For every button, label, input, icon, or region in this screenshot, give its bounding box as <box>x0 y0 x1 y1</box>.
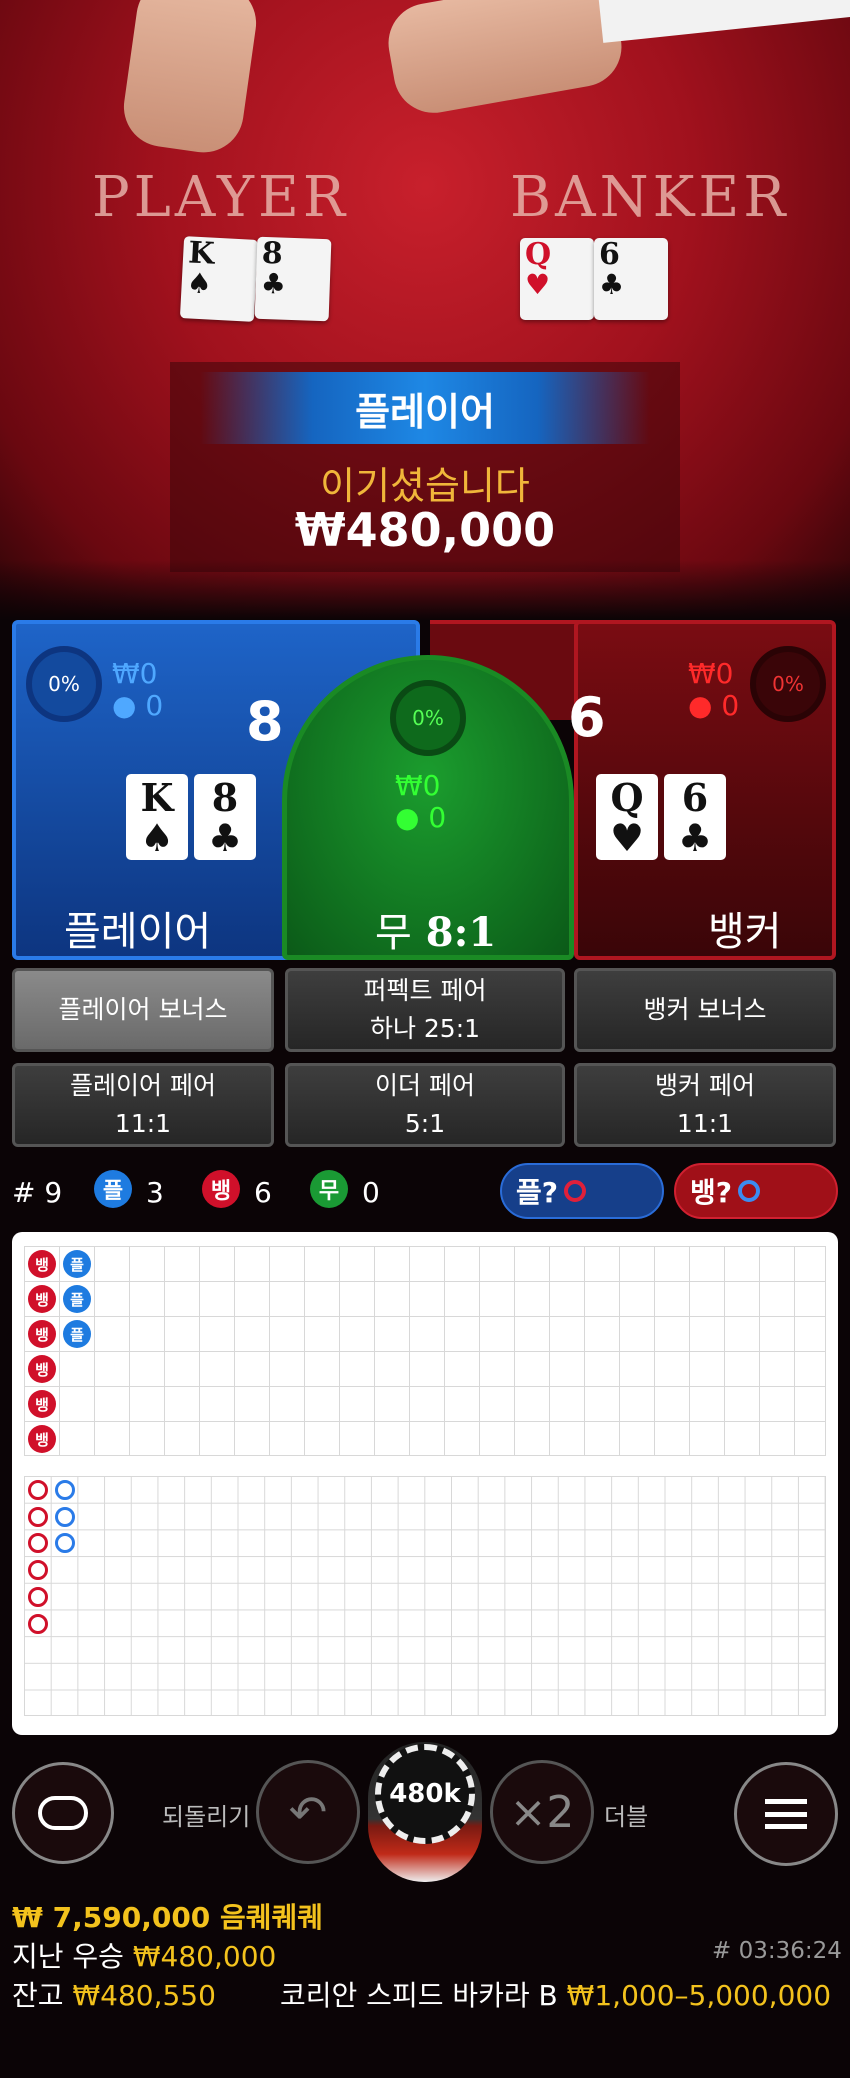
perfect-pair-bet[interactable]: 퍼펙트 페어 하나 25:1 <box>285 968 565 1052</box>
player-score: 8 <box>246 690 284 753</box>
person-icon: ● <box>395 801 420 834</box>
tie-wins-count: 0 <box>362 1176 380 1209</box>
banker-score: 6 <box>568 686 606 749</box>
win-message: 이기셨습니다 <box>320 464 530 508</box>
player-wins-count: 3 <box>146 1176 164 1209</box>
undo-button[interactable]: ↶ <box>256 1760 360 1864</box>
player-card: 8 ♣ <box>194 774 256 860</box>
table-card: 6 ♣ <box>594 238 668 320</box>
big-road-grid <box>24 1476 826 1716</box>
hamburger-icon <box>765 1799 807 1829</box>
person-icon: ● <box>112 689 137 722</box>
bead-road-mark: 플 <box>63 1250 91 1278</box>
last-win: 지난 우승 ₩480,000 <box>12 1940 277 1973</box>
banker-card: Q ♥ <box>596 774 658 860</box>
player-bonus-bet[interactable]: 플레이어 보너스 <box>12 968 274 1052</box>
table-card: K ♠ <box>179 235 259 322</box>
tie-bet-zone[interactable]: 0% ₩0 ● 0 무 8:1 <box>282 655 574 960</box>
player-felt-label: PLAYER <box>92 165 350 230</box>
player-card: K ♠ <box>126 774 188 860</box>
big-road-mark <box>28 1506 48 1527</box>
tie-wins-badge: 무 <box>310 1170 348 1208</box>
player-wins-badge: 플 <box>94 1170 132 1208</box>
bead-road-mark: 뱅 <box>28 1320 56 1348</box>
banker-wins-count: 6 <box>254 1176 272 1209</box>
player-bet-amount: ₩0 <box>112 657 158 690</box>
banker-card: 6 ♣ <box>664 774 726 860</box>
jackpot-text: ₩ 7,590,000 음퀘퀘퀘 <box>12 1901 324 1934</box>
banker-pair-bet[interactable]: 뱅커 페어 11:1 <box>574 1063 836 1147</box>
baccarat-game-screen: PLAYER BANKER K ♠ 8 ♣ Q ♥ 6 ♣ 플레이어 이기셨습니다 ₩4… <box>0 0 850 2078</box>
table-card: 8 ♣ <box>254 236 332 322</box>
bead-road-mark: 뱅 <box>28 1390 56 1418</box>
chat-icon <box>38 1796 88 1830</box>
bead-road-mark: 뱅 <box>28 1285 56 1313</box>
chip-stack[interactable]: 480k <box>368 1742 482 1882</box>
big-road-mark <box>54 1480 75 1500</box>
big-road-mark <box>28 1586 48 1607</box>
bead-road-mark: 플 <box>63 1285 91 1313</box>
banker-predict-button[interactable]: 뱅? <box>674 1163 838 1219</box>
player-zone-label: 플레이어 <box>64 909 212 955</box>
banker-percent-ring: 0% <box>750 646 826 722</box>
double-icon: ×2 <box>509 1786 575 1838</box>
banker-zone-label: 뱅커 <box>708 909 782 955</box>
person-icon: ● <box>688 689 713 722</box>
big-road-mark <box>28 1560 48 1581</box>
banker-bet-amount: ₩0 <box>688 657 734 690</box>
dealer-sleeve <box>598 0 850 43</box>
big-road-mark <box>54 1533 75 1554</box>
tie-zone-label: 무 8:1 <box>375 909 497 956</box>
tie-bet-amount: ₩0 <box>395 769 441 802</box>
player-pair-bet[interactable]: 플레이어 페어 11:1 <box>12 1063 274 1147</box>
big-road-mark <box>28 1613 48 1634</box>
banker-felt-label: BANKER <box>510 165 790 230</box>
undo-icon: ↶ <box>288 1785 328 1839</box>
tie-bettors: ● 0 <box>395 801 447 834</box>
big-road-mark <box>54 1506 75 1527</box>
blue-circle-icon <box>738 1180 761 1202</box>
player-percent-ring: 0% <box>26 646 102 722</box>
dealer-left-hand <box>118 0 262 158</box>
bead-road-mark: 플 <box>63 1320 91 1348</box>
table-card: Q ♥ <box>520 238 594 320</box>
big-road-mark <box>28 1480 48 1500</box>
winner-banner: 플레이어 <box>200 372 650 444</box>
video-fade <box>0 560 850 620</box>
red-circle-icon <box>564 1180 587 1202</box>
player-predict-button[interactable]: 플? <box>500 1163 664 1219</box>
round-count: # 9 <box>12 1176 63 1209</box>
tie-percent-ring: 0% <box>390 680 466 756</box>
menu-button[interactable] <box>734 1762 838 1866</box>
table-info[interactable]: 코리안 스피드 바카라 B ₩1,000–5,000,000 <box>280 1974 831 2014</box>
dealer-right-hand <box>382 0 628 120</box>
double-button[interactable]: ×2 <box>490 1760 594 1864</box>
banker-wins-badge: 뱅 <box>202 1170 240 1208</box>
win-amount: ₩480,000 <box>294 503 556 557</box>
double-label: 더블 <box>604 1803 649 1831</box>
bead-road-grid <box>24 1246 826 1456</box>
banker-bet-zone[interactable]: 0% ₩0 ● 0 Q ♥ 6 ♣ 뱅커 <box>574 620 836 960</box>
either-pair-bet[interactable]: 이더 페어 5:1 <box>285 1063 565 1147</box>
banker-bettors: ● 0 <box>688 689 740 722</box>
chat-button[interactable] <box>12 1762 114 1864</box>
bead-road-mark: 뱅 <box>28 1425 56 1453</box>
banker-bonus-bet[interactable]: 뱅커 보너스 <box>574 968 836 1052</box>
bead-road-mark: 뱅 <box>28 1355 56 1383</box>
undo-label: 되돌리기 <box>162 1803 251 1831</box>
player-bettors: ● 0 <box>112 689 164 722</box>
game-id: # 03:36:24 <box>712 1938 842 1964</box>
roadmap-panel[interactable]: 뱅뱅뱅뱅뱅뱅플플플 <box>12 1232 838 1735</box>
bead-road-mark: 뱅 <box>28 1250 56 1278</box>
chip-480k[interactable]: 480k <box>375 1744 475 1844</box>
balance: 잔고 ₩480,550 <box>12 1979 216 2012</box>
